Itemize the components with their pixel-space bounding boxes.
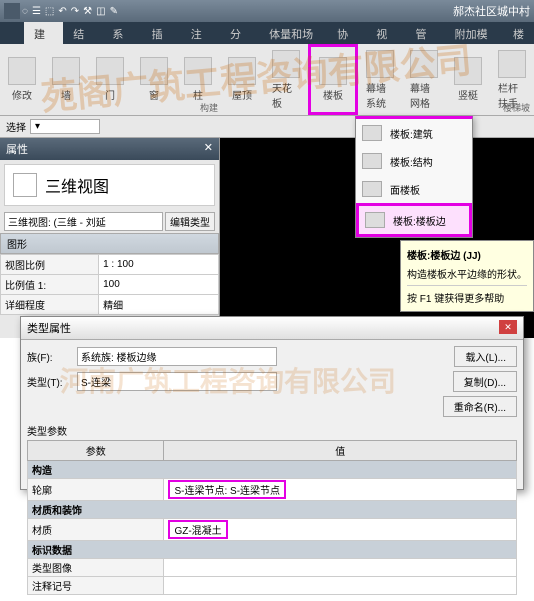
properties-panel: 属性 ✕ 三维视图 三维视图: (三维 - 刘延 编辑类型 图形 视图比例1 :… [0, 138, 220, 338]
dropdown-item[interactable]: 楼板:楼板边 [356, 203, 472, 237]
param-key: 材质 [28, 519, 164, 541]
duplicate-button[interactable]: 复制(D)... [453, 371, 517, 392]
prop-value[interactable]: 精细 [99, 295, 219, 315]
type-selector[interactable]: 三维视图 [4, 164, 215, 206]
family-combo[interactable]: 系统族: 楼板边缘 [77, 347, 277, 366]
tooltip-body: 构造楼板水平边缘的形状。 [407, 266, 527, 281]
ribbon-tab[interactable]: 体量和场地 [259, 22, 327, 44]
rename-button[interactable]: 重命名(R)... [443, 396, 517, 417]
prop-value[interactable]: 100 [99, 275, 219, 295]
view-combo[interactable]: 三维视图: (三维 - 刘延 [4, 212, 163, 231]
dropdown-item[interactable]: 面楼板 [356, 175, 472, 203]
param-value[interactable]: S-连梁节点: S-连梁节点 [164, 479, 517, 501]
ribbon-button[interactable]: 楼板 [308, 44, 358, 115]
ribbon-tab[interactable]: 附加模块 [445, 22, 503, 44]
ribbon-button[interactable]: 门 [88, 44, 132, 115]
param-key: 轮廓 [28, 479, 164, 501]
ribbon-tab[interactable]: 注释 [181, 22, 220, 44]
ribbon-group-label-2: 楼梯坡 [503, 101, 530, 114]
home-icon [13, 173, 37, 197]
ribbon: 修改 构建 楼梯坡 墙门窗柱屋顶天花板楼板幕墙 系统幕墙 网格竖梃栏杆扶手坡 [0, 44, 534, 116]
ribbon-tab[interactable]: 楼 [503, 22, 534, 44]
tooltip-title: 楼板:楼板边 (JJ) [407, 247, 527, 262]
ribbon-tab[interactable]: 插入 [142, 22, 181, 44]
type-properties-dialog: 类型属性 ✕ 族(F): 系统族: 楼板边缘 载入(L)... 类型(T): S… [20, 316, 524, 490]
ribbon-tab[interactable]: 结构 [63, 22, 102, 44]
family-label: 族(F): [27, 349, 77, 364]
project-title: 郝杰社区城中村 [453, 3, 530, 19]
param-value[interactable] [164, 577, 517, 595]
param-value[interactable] [164, 559, 517, 577]
load-button[interactable]: 载入(L)... [454, 346, 517, 367]
ribbon-tab[interactable]: 建筑 [24, 22, 63, 44]
close-icon[interactable]: ✕ [204, 141, 213, 157]
type-params-table: 参数值构造轮廓S-连梁节点: S-连梁节点材质和装饰材质GZ-混凝土标识数据类型… [27, 440, 517, 595]
param-group: 材质和装饰 [28, 501, 517, 519]
edit-type-button[interactable]: 编辑类型 [165, 212, 215, 231]
ribbon-button[interactable]: 天花板 [264, 44, 308, 115]
param-group: 标识数据 [28, 541, 517, 559]
col-value: 值 [164, 441, 517, 461]
param-key: 注释记号 [28, 577, 164, 595]
modify-button[interactable]: 修改 [0, 44, 44, 115]
quick-access-toolbar[interactable]: ◌☰⬚↶↷⚒◫✎ [22, 6, 118, 17]
prop-key: 视图比例 [1, 255, 99, 275]
ribbon-tab[interactable]: 协作 [327, 22, 366, 44]
ribbon-group-label: 构建 [200, 101, 218, 114]
ribbon-tab[interactable]: 管理 [405, 22, 444, 44]
ribbon-button[interactable]: 屋顶 [220, 44, 264, 115]
param-value[interactable]: GZ-混凝土 [164, 519, 517, 541]
ribbon-button[interactable]: 窗 [132, 44, 176, 115]
prop-key: 详细程度 [1, 295, 99, 315]
select-combo[interactable]: ▾ [30, 119, 100, 134]
dropdown-item[interactable]: 楼板:建筑 [356, 119, 472, 147]
ribbon-tab[interactable]: 分析 [220, 22, 259, 44]
ribbon-button[interactable]: 墙 [44, 44, 88, 115]
dialog-titlebar: 类型属性 ✕ [21, 317, 523, 340]
select-label: 选择 [6, 119, 26, 134]
close-icon[interactable]: ✕ [499, 320, 517, 334]
type-label: 类型(T): [27, 374, 77, 389]
type-combo[interactable]: S-连梁 [77, 372, 277, 391]
prop-key: 比例值 1: [1, 275, 99, 295]
dropdown-item[interactable]: 楼板:结构 [356, 147, 472, 175]
floor-dropdown: 楼板:建筑楼板:结构面楼板楼板:楼板边 [355, 116, 473, 238]
app-logo [4, 3, 20, 19]
ribbon-button[interactable]: 幕墙 系统 [358, 44, 402, 115]
prop-value[interactable]: 1 : 100 [99, 255, 219, 275]
props-table: 视图比例1 : 100比例值 1:100详细程度精细 [0, 254, 219, 315]
tooltip: 楼板:楼板边 (JJ) 构造楼板水平边缘的形状。 按 F1 键获得更多帮助 [400, 240, 534, 312]
title-bar: ◌☰⬚↶↷⚒◫✎ 郝杰社区城中村 [0, 0, 534, 22]
ribbon-tab[interactable]: 系统 [102, 22, 141, 44]
props-section: 图形 [0, 233, 219, 254]
ribbon-tabs: 建筑结构系统插入注释分析体量和场地协作视图管理附加模块楼 [0, 22, 534, 44]
tooltip-footer: 按 F1 键获得更多帮助 [407, 285, 527, 305]
properties-header: 属性 ✕ [0, 138, 219, 160]
ribbon-button[interactable]: 竖梃 [446, 44, 490, 115]
type-params-label: 类型参数 [27, 423, 517, 438]
param-key: 类型图像 [28, 559, 164, 577]
ribbon-button[interactable]: 幕墙 网格 [402, 44, 446, 115]
col-param: 参数 [28, 441, 164, 461]
ribbon-tab[interactable]: 视图 [366, 22, 405, 44]
param-group: 构造 [28, 461, 517, 479]
